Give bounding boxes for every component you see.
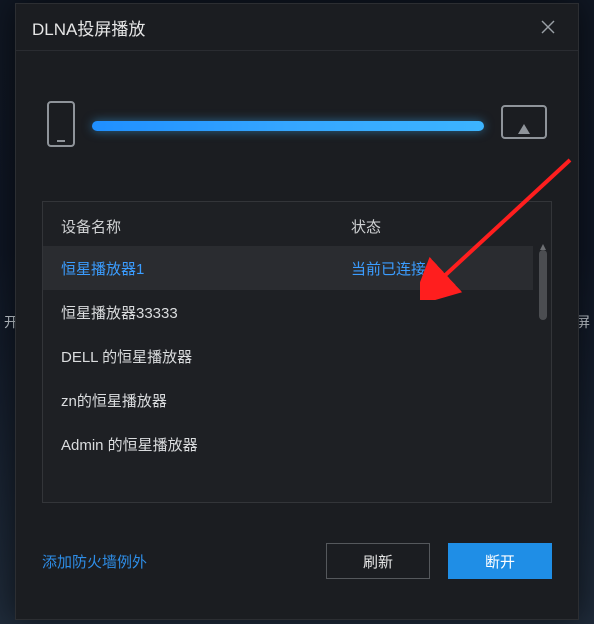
close-icon [540, 19, 556, 35]
add-firewall-exception-link[interactable]: 添加防火墙例外 [42, 551, 147, 572]
scrollbar[interactable] [539, 250, 547, 494]
close-button[interactable] [534, 13, 562, 41]
device-list-panel: 设备名称 状态 恒星播放器1 当前已连接 恒星播放器33333 DELL 的恒星… [42, 201, 552, 503]
dlna-cast-dialog: DLNA投屏播放 设备名称 状态 [15, 3, 579, 620]
footer-buttons: 刷新 断开 [326, 543, 552, 579]
device-name: Admin 的恒星播放器 [61, 434, 351, 455]
device-list-body: 恒星播放器1 当前已连接 恒星播放器33333 DELL 的恒星播放器 zn的恒… [43, 246, 533, 502]
refresh-button-label: 刷新 [363, 551, 393, 572]
device-row[interactable]: Admin 的恒星播放器 [43, 422, 533, 466]
disconnect-button-label: 断开 [485, 551, 515, 572]
dialog-footer: 添加防火墙例外 刷新 断开 [16, 523, 578, 619]
dialog-title: DLNA投屏播放 [32, 15, 145, 40]
device-row[interactable]: DELL 的恒星播放器 [43, 334, 533, 378]
device-name: zn的恒星播放器 [61, 390, 351, 411]
scroll-down-icon[interactable] [539, 498, 547, 503]
device-row[interactable]: zn的恒星播放器 [43, 378, 533, 422]
column-header-name: 设备名称 [61, 216, 351, 237]
phone-icon [46, 100, 76, 153]
device-list-header: 设备名称 状态 [43, 202, 551, 247]
scrollbar-thumb[interactable] [539, 250, 547, 320]
device-name: DELL 的恒星播放器 [61, 346, 351, 367]
disconnect-button[interactable]: 断开 [448, 543, 552, 579]
title-bar: DLNA投屏播放 [16, 4, 578, 51]
screen-cast-icon [500, 104, 548, 149]
device-row[interactable]: 恒星播放器1 当前已连接 [43, 246, 533, 290]
column-header-status: 状态 [351, 216, 533, 237]
cast-progress-bar [92, 121, 484, 131]
casting-graphic [16, 51, 578, 201]
device-status: 当前已连接 [351, 258, 515, 279]
device-row[interactable]: 恒星播放器33333 [43, 290, 533, 334]
device-name: 恒星播放器33333 [61, 302, 351, 323]
scroll-up-icon[interactable] [539, 238, 547, 246]
refresh-button[interactable]: 刷新 [326, 543, 430, 579]
device-name: 恒星播放器1 [61, 258, 351, 279]
